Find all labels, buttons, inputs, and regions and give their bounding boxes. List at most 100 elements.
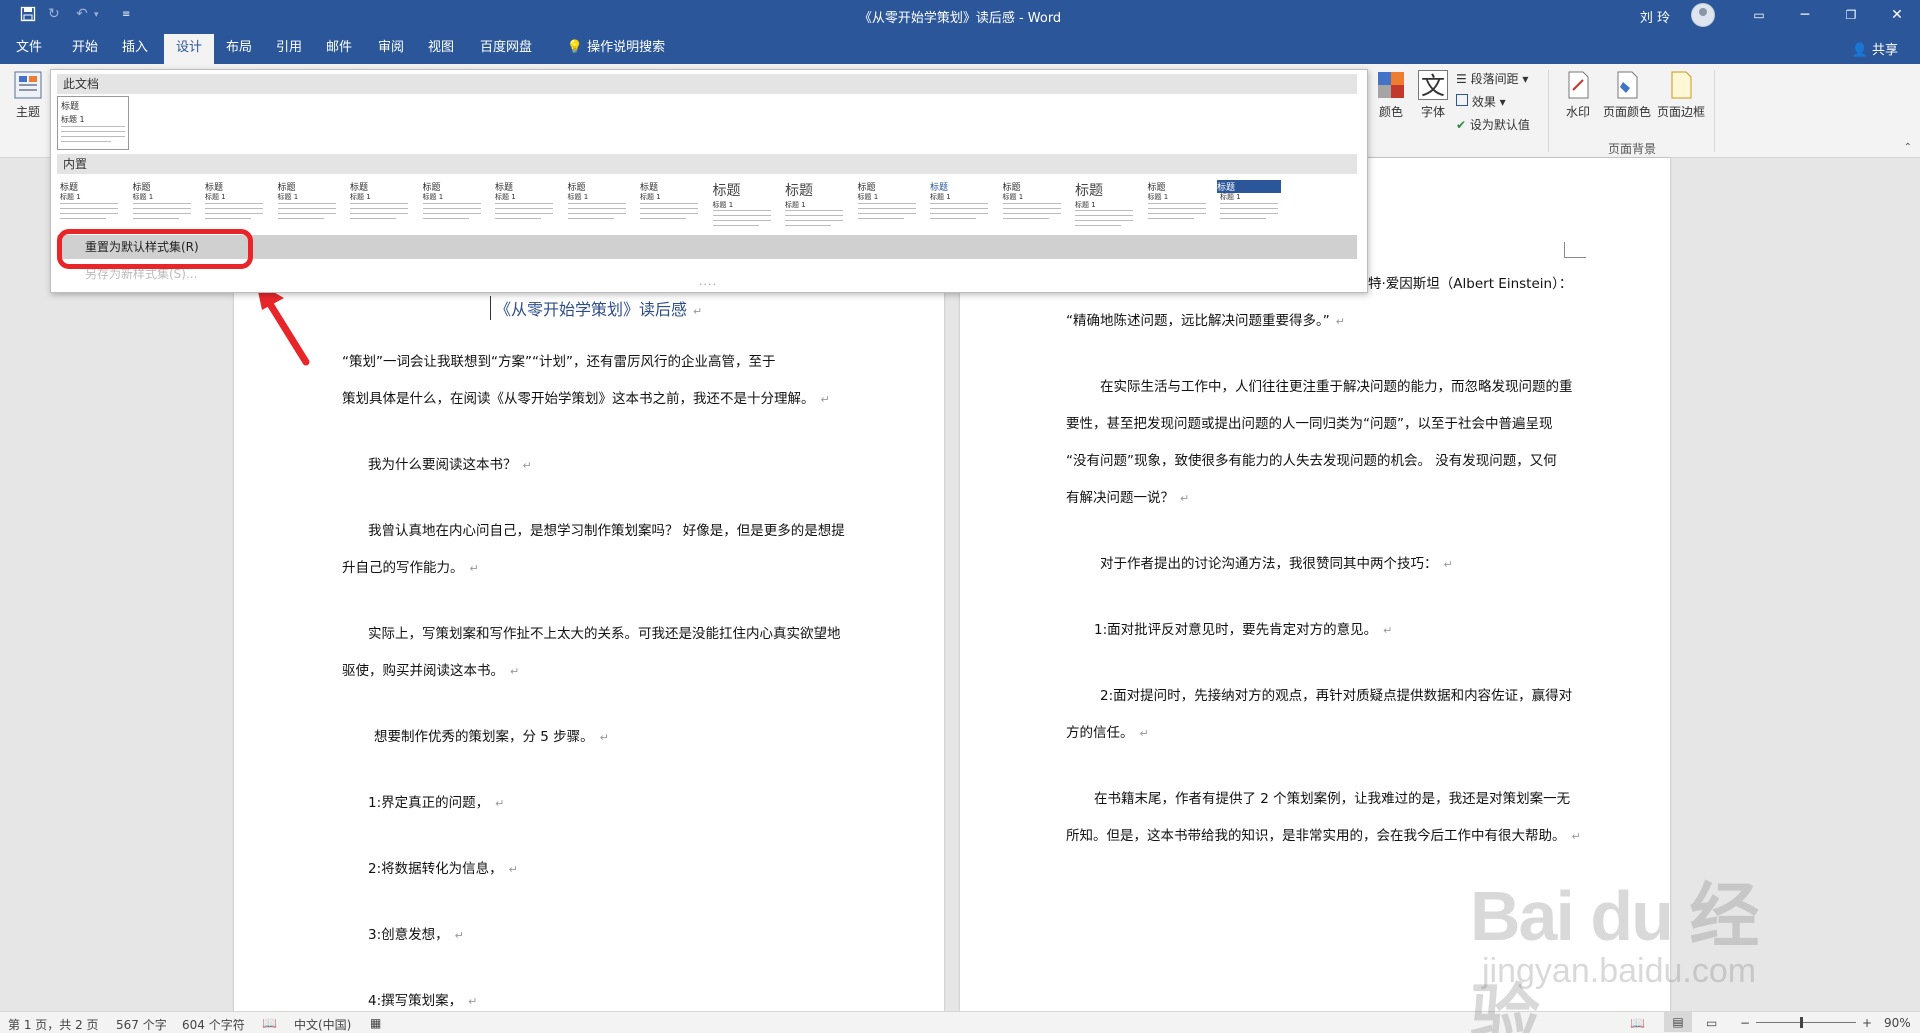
tell-me-search[interactable]: 💡 操作说明搜索 <box>556 34 676 64</box>
tab-references[interactable]: 引用 <box>268 34 310 64</box>
resize-grip[interactable]: ···· <box>699 278 717 291</box>
style-set-subtitle: 标题 1 <box>785 201 806 209</box>
fonts-button[interactable]: 文 字体 <box>1414 70 1452 120</box>
style-set-thumb[interactable]: 标题 标题 1 <box>999 178 1064 230</box>
paragraph: “策划”一词会让我联想到“方案”“计划”，还有雷厉风行的企业高管，至于 <box>342 354 776 370</box>
watermark-button[interactable]: 水印 <box>1558 70 1598 120</box>
effects-label: 效果 <box>1471 95 1496 109</box>
minimize-icon[interactable]: ─ <box>1782 0 1828 30</box>
tab-insert[interactable]: 插入 <box>114 34 156 64</box>
style-set-thumb[interactable]: 标题 标题 1 <box>274 178 339 230</box>
tab-baidu-netdisk[interactable]: 百度网盘 <box>474 34 538 64</box>
paragraph: “没有问题”现象，致使很多有能力的人失去发现问题的机会。 没有发现问题，又何 <box>1066 453 1557 469</box>
style-set-thumb[interactable]: 标题 标题 1 <box>129 178 194 230</box>
page-color-icon <box>1617 71 1638 99</box>
document-title: 《从零开始学策划》读后感 ↵ <box>490 296 702 320</box>
style-set-subtitle: 标题 1 <box>1220 193 1241 201</box>
group-separator <box>1548 70 1549 152</box>
word-count[interactable]: 567 个字 <box>116 1016 167 1033</box>
style-set-thumb[interactable]: 标题 标题 1 <box>492 178 556 230</box>
colors-button[interactable]: 颜色 <box>1372 70 1410 120</box>
effects-button[interactable]: 效果 ▾ <box>1456 93 1506 110</box>
proofing-icon[interactable]: 📖 <box>262 1016 277 1030</box>
style-set-thumb[interactable]: 标题 标题 1 <box>927 178 991 230</box>
style-set-subtitle: 标题 1 <box>857 193 879 201</box>
paragraph-spacing-button[interactable]: ☰ 段落间距 ▾ <box>1456 70 1528 87</box>
tab-file[interactable]: 文件 <box>8 34 50 64</box>
style-set-thumb[interactable]: 标题 标题 1 <box>57 178 121 230</box>
paragraph: 在书籍末尾，作者有提供了 2 个策划案例，让我难过的是，我还是对策划案一无 <box>1094 791 1571 807</box>
tab-design[interactable]: 设计 <box>164 34 214 64</box>
user-name[interactable]: 刘 玲 <box>1640 7 1670 26</box>
language[interactable]: 中文(中国) <box>294 1016 351 1033</box>
paragraph-spacing-label: 段落间距 <box>1470 72 1519 86</box>
baidu-jingyan-watermark: Bai du 经验 jingyan.baidu.com <box>1470 860 1800 1033</box>
paragraph: 2:将数据转化为信息， ↵ <box>368 861 518 877</box>
red-highlight-annotation <box>57 229 253 269</box>
effects-icon <box>1456 94 1468 106</box>
tab-layout[interactable]: 布局 <box>218 34 260 64</box>
tab-view[interactable]: 视图 <box>420 34 462 64</box>
paragraph: 特·爱因斯坦（Albert Einstein）： <box>1368 276 1573 292</box>
page-background-group-label: 页面背景 <box>1608 142 1657 156</box>
paragraph: 驱使，购买并阅读这本书。 ↵ <box>342 663 520 679</box>
style-set-thumb[interactable]: 标题 标题 1 <box>1217 178 1281 230</box>
paragraph: 我曾认真地在内心问自己，是想学习制作策划案吗？ 好像是，但是更多的是想提 <box>368 523 845 539</box>
style-set-thumb[interactable]: 标题 标题 1 <box>202 178 266 230</box>
share-button[interactable]: 👤 共享 <box>1852 39 1898 58</box>
style-set-thumb[interactable]: 标题 标题 1 <box>854 178 919 230</box>
watermark-url: jingyan.baidu.com <box>1482 952 1757 990</box>
style-set-subtitle: 标题 1 <box>930 193 951 201</box>
style-set-thumb[interactable]: 标题标题 1 <box>709 178 774 230</box>
ribbon-display-options-icon[interactable]: ▭ <box>1736 0 1782 30</box>
style-set-thumb[interactable]: 标题 标题 1 <box>1144 178 1209 230</box>
macro-icon[interactable]: ▦ <box>370 1016 381 1030</box>
set-as-default-button[interactable]: ✔ 设为默认值 <box>1456 116 1530 133</box>
paragraph: 方的信任。 ↵ <box>1066 725 1149 741</box>
paragraph: 想要制作优秀的策划案，分 5 步骤。 ↵ <box>374 729 609 745</box>
style-set-thumb[interactable]: 标题 标题 1 <box>347 178 411 230</box>
zoom-slider-thumb[interactable] <box>1800 1017 1803 1028</box>
page-color-label: 页面颜色 <box>1602 105 1651 119</box>
char-count[interactable]: 604 个字符 <box>182 1016 245 1033</box>
style-set-subtitle: 标题 1 <box>640 193 661 201</box>
paragraph: “精确地陈述问题，远比解决问题重要得多。” ↵ <box>1066 313 1345 329</box>
restore-icon[interactable]: ❐ <box>1828 0 1874 30</box>
style-set-subtitle: 标题 1 <box>60 193 81 201</box>
style-set-thumb[interactable]: 标题 标题 1 <box>419 178 484 230</box>
close-icon[interactable]: ✕ <box>1874 0 1920 30</box>
style-set-title: 标题 <box>1075 183 1103 199</box>
section-this-document: 此文档 <box>57 74 1357 94</box>
tab-home[interactable]: 开始 <box>64 34 106 64</box>
person-icon: 👤 <box>1851 43 1868 58</box>
checkmark-icon: ✔ <box>1456 118 1467 132</box>
paragraph: 有解决问题一说？ ↵ <box>1066 490 1190 506</box>
style-set-thumb[interactable]: 标题 标题 1 <box>564 178 629 230</box>
ribbon-tabs: 文件 开始 插入 设计 布局 引用 邮件 审阅 视图 百度网盘 💡 操作说明搜索… <box>0 30 1920 64</box>
avatar[interactable] <box>1691 3 1715 27</box>
style-set-thumb[interactable]: 标题 标题 1 <box>782 178 846 230</box>
zoom-level[interactable]: 90% <box>1884 1016 1911 1030</box>
tab-review[interactable]: 审阅 <box>370 34 412 64</box>
page-color-button[interactable]: 页面颜色 <box>1602 70 1652 120</box>
style-set-title: 标题 <box>712 183 741 199</box>
section-builtin: 内置 <box>57 154 1357 174</box>
style-set-subtitle: 标题 1 <box>422 193 444 201</box>
paragraph: 4:撰写策划案， ↵ <box>368 993 478 1009</box>
colors-icon <box>1378 72 1404 98</box>
style-set-subtitle: 标题 1 <box>712 201 734 209</box>
style-set-subtitle: 标题 1 <box>1147 193 1169 201</box>
tab-mailings[interactable]: 邮件 <box>318 34 360 64</box>
style-thumb-current[interactable]: 标题 标题 1 <box>57 96 129 150</box>
collapse-ribbon-icon[interactable]: ⌃ <box>1904 142 1912 153</box>
paragraph: 2:面对提问时，先接纳对方的观点，再针对质疑点提供数据和内容佐证，赢得对 <box>1100 688 1573 704</box>
style-set-thumb[interactable]: 标题 标题 1 <box>1072 178 1136 230</box>
paragraph: 升自己的写作能力。 ↵ <box>342 560 479 576</box>
themes-button[interactable]: 主题 <box>10 70 46 120</box>
style-set-subtitle: 标题 1 <box>567 193 589 201</box>
page-count[interactable]: 第 1 页，共 2 页 <box>8 1016 99 1033</box>
zoom-in-icon[interactable]: + <box>1862 1016 1872 1030</box>
style-set-subtitle: 标题 1 <box>277 193 299 201</box>
style-set-thumb[interactable]: 标题 标题 1 <box>637 178 701 230</box>
page-borders-button[interactable]: 页面边框 <box>1656 70 1706 120</box>
